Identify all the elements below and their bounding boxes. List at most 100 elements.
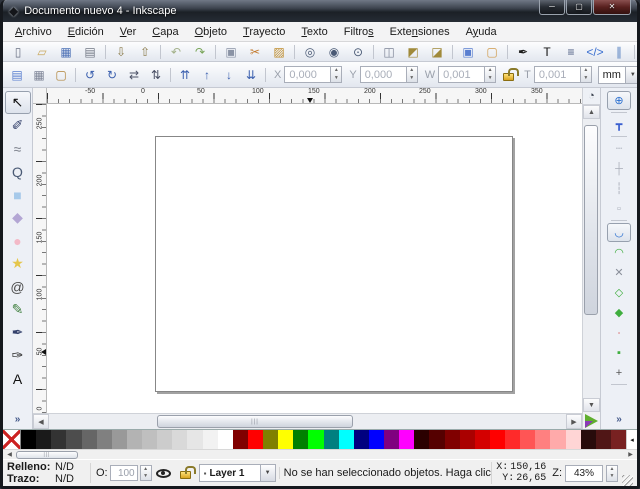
lower-to-bottom-button[interactable]: ⇊	[240, 65, 262, 85]
horizontal-ruler[interactable]: -50050100150200250300350	[47, 88, 582, 104]
menu-ayuda[interactable]: Ayuda	[458, 24, 505, 40]
pencil-tool[interactable]: ✎	[5, 298, 31, 321]
height-spinner[interactable]: ▲▼	[580, 66, 592, 83]
scrollbar-corner-button[interactable]: ◔	[583, 88, 600, 105]
flip-vertical-button[interactable]: ⇅	[145, 65, 167, 85]
color-swatch[interactable]	[596, 430, 611, 449]
snap-line-midpoints-button[interactable]: ∙	[607, 323, 631, 342]
color-swatch[interactable]	[581, 430, 596, 449]
canvas[interactable]	[47, 104, 582, 413]
layer-dropdown[interactable]: ▪ Layer 1	[199, 464, 261, 482]
fill-stroke-dialog-button[interactable]: ✒	[511, 43, 535, 61]
color-swatch[interactable]	[535, 430, 550, 449]
toolbox-overflow-button[interactable]: »	[15, 414, 21, 425]
layers-dialog-button[interactable]: ≡	[559, 43, 583, 61]
vertical-ruler[interactable]: 250200150100500	[33, 104, 47, 413]
scroll-down-button[interactable]: ▼	[583, 398, 600, 412]
menu-objeto[interactable]: Objeto	[187, 24, 235, 40]
enable-snapping-button[interactable]: ⊕	[607, 91, 631, 110]
scroll-up-button[interactable]: ▲	[583, 105, 600, 119]
select-all-layers-button[interactable]: ▦	[28, 65, 50, 85]
ellipse-tool[interactable]: ●	[5, 229, 31, 252]
color-swatch[interactable]	[293, 430, 308, 449]
height-input[interactable]	[534, 66, 580, 83]
chevron-down-icon[interactable]: ▼	[261, 464, 276, 482]
import-document-button[interactable]: ⇩	[109, 43, 133, 61]
scroll-right-button[interactable]: ▶	[566, 414, 582, 429]
color-swatch[interactable]	[36, 430, 51, 449]
bezier-tool[interactable]: ✒	[5, 321, 31, 344]
color-swatch[interactable]	[429, 430, 444, 449]
color-swatch[interactable]	[505, 430, 520, 449]
align-dialog-button[interactable]: ∥	[607, 43, 631, 61]
color-swatch[interactable]	[460, 430, 475, 449]
color-swatch[interactable]	[399, 430, 414, 449]
zoom-tool[interactable]: Q	[5, 160, 31, 183]
color-swatch[interactable]	[127, 430, 142, 449]
duplicate-button[interactable]: ◫	[377, 43, 401, 61]
color-managed-display-icon[interactable]	[583, 412, 600, 429]
snap-page-border-button[interactable]: +	[607, 363, 631, 382]
snap-bbox-edges-button[interactable]: ┄	[607, 139, 631, 158]
snap-nodes-button[interactable]: ◡	[607, 223, 631, 242]
calligraphy-tool[interactable]: ✑	[5, 344, 31, 367]
zoom-drawing-button[interactable]: ◉	[322, 43, 346, 61]
color-swatch[interactable]	[97, 430, 112, 449]
color-swatch[interactable]	[21, 430, 36, 449]
copy-button[interactable]: ▣	[219, 43, 243, 61]
vertical-scroll-track[interactable]	[583, 119, 600, 398]
minimize-button[interactable]: ─	[539, 0, 565, 15]
snapbar-overflow-button[interactable]: »	[616, 414, 622, 425]
color-swatch[interactable]	[414, 430, 429, 449]
width-spinner[interactable]: ▲▼	[484, 66, 496, 83]
x-spinner[interactable]: ▲▼	[330, 66, 342, 83]
rotate-cw-button[interactable]: ↻	[101, 65, 123, 85]
export-document-button[interactable]: ⇧	[133, 43, 157, 61]
color-swatch[interactable]	[550, 430, 565, 449]
color-swatch[interactable]	[233, 430, 248, 449]
color-swatch[interactable]	[369, 430, 384, 449]
box3d-tool[interactable]: ◆	[5, 206, 31, 229]
snap-bounding-box-button[interactable]: ┳	[607, 115, 631, 134]
xml-editor-button[interactable]: </>	[583, 43, 607, 61]
opacity-input[interactable]	[110, 465, 138, 481]
snap-cusp-nodes-button[interactable]: ◇	[607, 283, 631, 302]
deselect-button[interactable]: ▢	[50, 65, 72, 85]
open-document-button[interactable]: ▱	[30, 43, 54, 61]
color-swatch[interactable]	[324, 430, 339, 449]
color-swatch[interactable]	[308, 430, 323, 449]
rectangle-tool[interactable]: ■	[5, 183, 31, 206]
tweak-tool[interactable]: ≈	[5, 137, 31, 160]
cut-button[interactable]: ✂	[243, 43, 267, 61]
color-swatch[interactable]	[187, 430, 202, 449]
color-swatch[interactable]	[218, 430, 233, 449]
document-page[interactable]	[155, 136, 513, 392]
lower-button[interactable]: ↓	[218, 65, 240, 85]
select-all-button[interactable]: ▤	[6, 65, 28, 85]
palette-scroll-right-button[interactable]: ▶	[626, 451, 635, 458]
color-swatch[interactable]	[490, 430, 505, 449]
ungroup-button[interactable]: ▢	[480, 43, 504, 61]
create-clone-button[interactable]: ◩	[401, 43, 425, 61]
y-spinner[interactable]: ▲▼	[406, 66, 418, 83]
title-bar[interactable]: ◆ Documento nuevo 4 - Inkscape ─▢✕	[3, 0, 637, 22]
color-swatch[interactable]	[520, 430, 535, 449]
menu-capa[interactable]: Capa	[144, 24, 186, 40]
color-swatch[interactable]	[339, 430, 354, 449]
color-swatch[interactable]	[263, 430, 278, 449]
close-button[interactable]: ✕	[593, 0, 631, 15]
unlink-clone-button[interactable]: ◪	[425, 43, 449, 61]
color-swatch[interactable]	[384, 430, 399, 449]
undo-button[interactable]: ↶	[164, 43, 188, 61]
maximize-button[interactable]: ▢	[566, 0, 592, 15]
color-swatch[interactable]	[112, 430, 127, 449]
resize-grip[interactable]	[622, 475, 633, 486]
lock-ratio-icon[interactable]	[503, 73, 514, 81]
opacity-spinner[interactable]: ▲▼	[140, 465, 152, 481]
color-swatch[interactable]	[157, 430, 172, 449]
color-swatch[interactable]	[566, 430, 581, 449]
palette-scroll-thumb[interactable]: |||	[16, 451, 78, 459]
snap-path-intersections-button[interactable]: ✕	[607, 263, 631, 282]
color-swatch[interactable]	[51, 430, 66, 449]
zoom-page-button[interactable]: ⊙	[346, 43, 370, 61]
